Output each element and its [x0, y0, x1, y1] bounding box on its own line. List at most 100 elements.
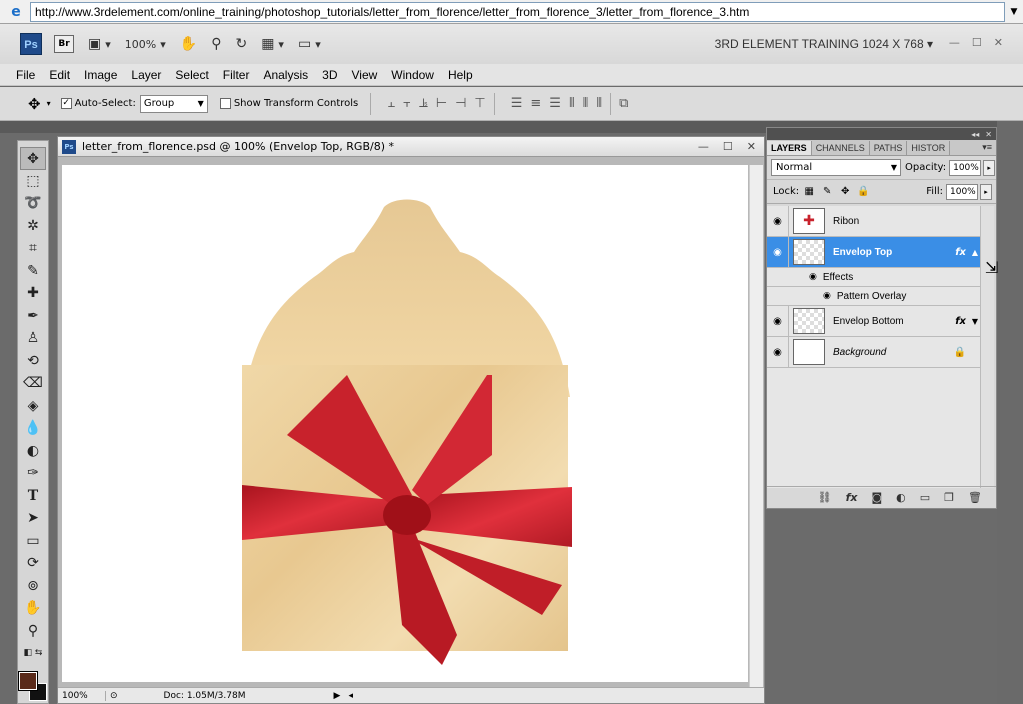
- menu-select[interactable]: Select: [175, 68, 208, 82]
- lock-all-icon[interactable]: 🔒: [856, 185, 870, 199]
- eye-icon[interactable]: ◉: [767, 306, 789, 336]
- move-tool-icon[interactable]: ✥: [20, 147, 46, 170]
- close-icon[interactable]: ✕: [985, 130, 992, 139]
- layer-ribon[interactable]: ◉ ✚ Ribon: [767, 206, 980, 237]
- 3d-rotate-tool-icon[interactable]: ⟳: [27, 552, 39, 575]
- eye-icon[interactable]: ◉: [767, 206, 789, 236]
- eyedropper-tool-icon[interactable]: ✎: [27, 260, 39, 283]
- distribute-bottom-icon[interactable]: ☰: [549, 96, 561, 111]
- align-top-icon[interactable]: ⫠: [387, 96, 395, 111]
- workspace-switcher[interactable]: 3RD ELEMENT TRAINING 1024 X 768 ▾: [715, 37, 933, 51]
- lock-transparent-icon[interactable]: ▦: [802, 185, 816, 199]
- menu-help[interactable]: Help: [448, 68, 473, 82]
- crop-tool-icon[interactable]: ⌗: [29, 237, 37, 260]
- menu-image[interactable]: Image: [84, 68, 117, 82]
- fx-icon[interactable]: fx: [955, 247, 966, 258]
- menu-window[interactable]: Window: [391, 68, 434, 82]
- layer-background[interactable]: ◉ Background 🔒: [767, 337, 980, 368]
- align-left-icon[interactable]: ⊢: [436, 96, 447, 111]
- move-tool-icon[interactable]: ✥: [28, 95, 41, 113]
- new-group-icon[interactable]: ▭: [920, 491, 930, 504]
- clone-stamp-tool-icon[interactable]: ♙: [27, 327, 40, 350]
- spot-healing-tool-icon[interactable]: ✚: [27, 282, 39, 305]
- fill-field[interactable]: 100%: [946, 183, 978, 200]
- menu-edit[interactable]: Edit: [49, 68, 70, 82]
- distribute-right-icon[interactable]: ⦀: [596, 96, 602, 111]
- fill-slider-button[interactable]: ▸: [980, 183, 992, 200]
- 3d-orbit-tool-icon[interactable]: ⊚: [27, 575, 39, 598]
- tab-history[interactable]: HISTOR: [907, 141, 951, 155]
- rotate-view-button[interactable]: ↻: [235, 36, 247, 52]
- minimize-icon[interactable]: —: [698, 140, 709, 153]
- menu-layer[interactable]: Layer: [131, 68, 161, 82]
- menu-analysis[interactable]: Analysis: [263, 68, 308, 82]
- maximize-icon[interactable]: ☐: [972, 36, 982, 49]
- paint-bucket-tool-icon[interactable]: ◈: [28, 395, 39, 418]
- layer-effects[interactable]: ◉ Effects: [767, 268, 980, 287]
- default-colors-icon[interactable]: ◧ ⇆: [24, 642, 43, 665]
- layer-envelop-bottom[interactable]: ◉ Envelop Bottom fx ▼: [767, 306, 980, 337]
- document-tab[interactable]: Ps letter_from_florence.psd @ 100% (Enve…: [58, 137, 764, 157]
- status-zoom[interactable]: 100%: [58, 690, 106, 701]
- distribute-left-icon[interactable]: ⦀: [569, 96, 575, 111]
- close-icon[interactable]: ✕: [994, 36, 1003, 49]
- layer-pattern-overlay[interactable]: ◉ Pattern Overlay: [767, 287, 980, 306]
- lock-pixels-icon[interactable]: ✎: [820, 185, 834, 199]
- layers-scrollbar[interactable]: [980, 206, 994, 488]
- hand-tool-icon[interactable]: ✋: [24, 597, 41, 620]
- dodge-tool-icon[interactable]: ◐: [27, 440, 39, 463]
- minimize-icon[interactable]: —: [949, 36, 960, 49]
- pen-tool-icon[interactable]: ✑: [27, 462, 39, 485]
- brush-tool-icon[interactable]: ✒: [27, 305, 39, 328]
- align-vcenter-icon[interactable]: ⫟: [403, 96, 411, 111]
- distribute-vcenter-icon[interactable]: ≡: [530, 96, 541, 111]
- menu-view[interactable]: View: [351, 68, 377, 82]
- lock-position-icon[interactable]: ✥: [838, 185, 852, 199]
- layer-envelop-top[interactable]: ◉ Envelop Top fx ▲: [767, 237, 980, 268]
- menu-3d[interactable]: 3D: [322, 68, 337, 82]
- marquee-tool-icon[interactable]: ⬚: [26, 170, 39, 193]
- collapse-panel-icon[interactable]: ◂◂: [971, 130, 979, 139]
- tab-layers[interactable]: LAYERS: [767, 141, 812, 155]
- eye-icon[interactable]: ◉: [823, 291, 831, 301]
- rectangle-tool-icon[interactable]: ▭: [26, 530, 39, 553]
- expand-effects-icon[interactable]: ▲: [972, 248, 978, 257]
- lasso-tool-icon[interactable]: ➰: [24, 192, 41, 215]
- panel-menu-icon[interactable]: ▾≡: [978, 140, 996, 155]
- align-bottom-icon[interactable]: ⫡: [419, 96, 428, 111]
- opacity-field[interactable]: 100%: [949, 159, 982, 176]
- trash-icon[interactable]: 🗑: [968, 491, 982, 504]
- tab-paths[interactable]: PATHS: [870, 141, 908, 155]
- hand-tool-button[interactable]: ✋: [180, 36, 197, 52]
- chevron-down-icon[interactable]: ▼: [1005, 7, 1023, 17]
- distribute-top-icon[interactable]: ☰: [511, 96, 523, 111]
- opacity-slider-button[interactable]: ▸: [983, 159, 996, 176]
- eye-icon[interactable]: ◉: [767, 237, 789, 267]
- status-info-icon[interactable]: ⊙: [110, 691, 118, 701]
- adjustment-layer-icon[interactable]: ◐: [896, 491, 906, 504]
- url-field[interactable]: http://www.3rdelement.com/online_trainin…: [30, 1, 1005, 22]
- eraser-tool-icon[interactable]: ⌫: [23, 372, 43, 395]
- history-brush-tool-icon[interactable]: ⟲: [27, 350, 39, 373]
- auto-select-dropdown[interactable]: Group ▼: [139, 94, 208, 113]
- path-selection-tool-icon[interactable]: ➤: [27, 507, 39, 530]
- expand-effects-icon[interactable]: ▼: [972, 317, 978, 326]
- menu-filter[interactable]: Filter: [223, 68, 250, 82]
- bridge-button[interactable]: Br: [54, 35, 74, 53]
- tab-channels[interactable]: CHANNELS: [812, 141, 870, 155]
- type-tool-icon[interactable]: T: [28, 485, 38, 508]
- zoom-tool-button[interactable]: ⚲: [211, 36, 221, 52]
- maximize-icon[interactable]: ☐: [723, 140, 733, 153]
- status-menu-arrow-icon[interactable]: ▶: [334, 691, 341, 701]
- auto-align-icon[interactable]: ⧉: [619, 96, 628, 111]
- scroll-left-icon[interactable]: ◂: [348, 691, 353, 701]
- align-hcenter-icon[interactable]: ⊣: [455, 96, 466, 111]
- link-layers-icon[interactable]: ⛓: [818, 491, 832, 504]
- new-layer-icon[interactable]: ❐: [944, 491, 954, 504]
- menu-file[interactable]: File: [16, 68, 35, 82]
- eye-icon[interactable]: ◉: [767, 337, 789, 367]
- vertical-scrollbar[interactable]: [749, 165, 763, 695]
- blend-mode-dropdown[interactable]: Normal ▼: [771, 159, 901, 176]
- fx-icon[interactable]: fx: [955, 316, 966, 327]
- foreground-color-swatch[interactable]: [18, 671, 38, 691]
